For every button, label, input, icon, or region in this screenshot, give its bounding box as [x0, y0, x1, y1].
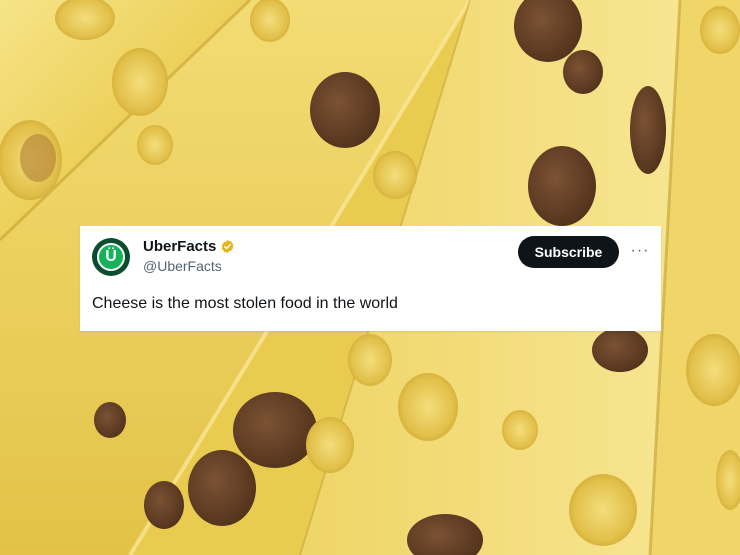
- author-name-row: UberFacts: [143, 238, 235, 255]
- verified-badge-icon: [221, 239, 234, 254]
- author-handle[interactable]: @UberFacts: [143, 258, 222, 274]
- tweet-card: Ü UberFacts @UberFacts Subscribe ··· Che…: [80, 226, 661, 331]
- subscribe-button[interactable]: Subscribe: [518, 236, 619, 268]
- tweet-text: Cheese is the most stolen food in the wo…: [92, 295, 398, 312]
- avatar-logo: Ü: [97, 243, 125, 271]
- avatar[interactable]: Ü: [92, 238, 130, 276]
- cheese-photo-scene: Ü UberFacts @UberFacts Subscribe ··· Che…: [0, 0, 740, 555]
- display-name[interactable]: UberFacts: [143, 238, 216, 255]
- more-options-icon[interactable]: ···: [628, 240, 652, 262]
